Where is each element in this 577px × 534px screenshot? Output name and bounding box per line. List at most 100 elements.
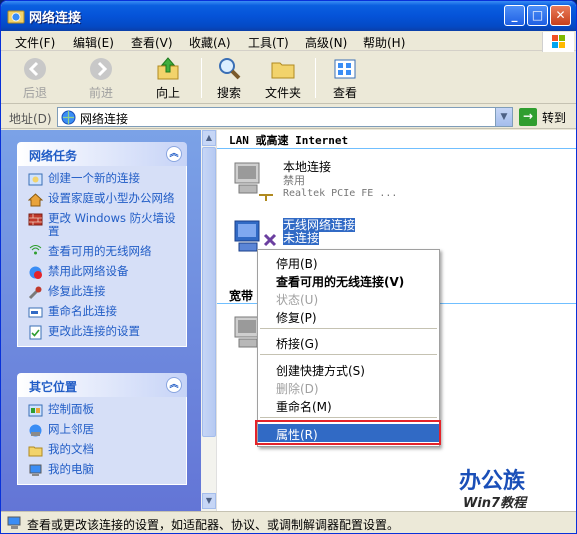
scroll-up-arrow-icon[interactable]: ▲ [202, 130, 216, 146]
task-repair-connection[interactable]: 修复此连接 [28, 285, 180, 300]
address-value: 网络连接 [80, 112, 129, 126]
network-globe-icon [61, 110, 76, 125]
place-network-neighborhood[interactable]: 网上邻居 [28, 423, 180, 437]
menu-advanced[interactable]: 高级(N) [305, 34, 347, 51]
broadband-connection-icon [234, 316, 259, 348]
close-button[interactable]: ✕ [550, 5, 571, 26]
place-control-panel[interactable]: 控制面板 [28, 403, 180, 417]
windows-logo-icon [542, 32, 574, 52]
address-input[interactable]: 网络连接 ▼ [57, 107, 513, 127]
toolbar-separator [201, 58, 202, 98]
disable-device-icon [29, 266, 42, 279]
rename-icon [28, 307, 43, 318]
menu-view-wireless[interactable]: 查看可用的无线连接(V) [258, 271, 439, 289]
task-change-settings[interactable]: 更改此连接的设置 [28, 325, 180, 340]
vertical-scrollbar[interactable]: ▲ ▼ [201, 130, 217, 511]
context-menu: 停用(B) 查看可用的无线连接(V) 状态(U) 修复(P) 桥接(G) 创建快… [257, 249, 440, 447]
network-places-icon [29, 424, 42, 437]
broadband-group-header: 宽带 [229, 289, 254, 303]
up-folder-icon [157, 57, 179, 80]
menu-disable[interactable]: 停用(B) [258, 253, 439, 271]
task-disable-device[interactable]: 禁用此网络设备 [28, 265, 180, 279]
broadband-connection-item[interactable] [229, 315, 259, 357]
menu-view[interactable]: 查看(V) [131, 34, 173, 51]
home-network-icon [28, 193, 43, 207]
wireless-connection-name: 无线网络连接 [283, 218, 356, 232]
task-rename-connection[interactable]: 重命名此连接 [28, 305, 180, 318]
go-arrow-icon: → [519, 108, 537, 126]
title-bar[interactable]: 网络连接 _ □ ✕ [1, 1, 576, 31]
wireless-connection-status: 未连接 [283, 231, 320, 245]
explorer-window: 网络连接 _ □ ✕ 文件(F) 编辑(E) 查看(V) 收藏(A) 工具(T)… [0, 0, 577, 534]
firewall-icon [28, 213, 43, 226]
menu-help[interactable]: 帮助(H) [363, 34, 405, 51]
menu-bridge[interactable]: 桥接(G) [258, 333, 439, 351]
task-view-wireless[interactable]: 查看可用的无线网络 [28, 245, 180, 258]
lan-connection-icon [234, 162, 273, 201]
status-text: 查看或更改该连接的设置，如适配器、协议、或调制解调器配置设置。 [27, 518, 400, 532]
computer-icon [29, 464, 42, 476]
wireless-icon [29, 245, 42, 255]
status-bar: 查看或更改该连接的设置，如适配器、协议、或调制解调器配置设置。 [1, 511, 576, 533]
task-create-connection[interactable]: 创建一个新的连接 [28, 172, 180, 186]
search-button[interactable]: 搜索 [209, 56, 249, 101]
forward-button[interactable]: 前进 [77, 56, 125, 101]
toolbar-separator [315, 58, 316, 98]
address-dropdown-arrow[interactable]: ▼ [495, 108, 512, 126]
lan-group-header: LAN 或高速 Internet [229, 134, 349, 147]
menu-bar: 文件(F) 编辑(E) 查看(V) 收藏(A) 工具(T) 高级(N) 帮助(H… [1, 31, 576, 51]
go-button[interactable]: → 转到 [519, 108, 575, 126]
menu-separator [260, 354, 437, 355]
settings-check-icon [29, 325, 42, 340]
menu-favorites[interactable]: 收藏(A) [189, 34, 231, 51]
menu-file[interactable]: 文件(F) [15, 34, 55, 51]
watermark-logo: 办公族 Win7教程 [459, 469, 527, 511]
scroll-thumb[interactable] [202, 147, 216, 437]
up-button[interactable]: 向上 [145, 56, 191, 101]
local-connection-name: 本地连接 [283, 160, 332, 174]
menu-create-shortcut[interactable]: 创建快捷方式(S) [258, 360, 439, 378]
scroll-down-arrow-icon[interactable]: ▼ [202, 493, 216, 509]
menu-repair[interactable]: 修复(P) [258, 307, 439, 325]
local-connection-status: 禁用 [283, 174, 305, 187]
minimize-button[interactable]: _ [504, 5, 525, 26]
back-arrow-icon [24, 58, 46, 80]
status-computer-icon [7, 516, 21, 529]
menu-rename[interactable]: 重命名(M) [258, 396, 439, 414]
collapse-chevron-icon[interactable]: ︽ [166, 146, 182, 162]
views-grid-icon [334, 59, 356, 79]
group-divider [217, 148, 576, 149]
documents-folder-icon [28, 446, 43, 457]
folders-button[interactable]: 文件夹 [259, 56, 307, 101]
menu-edit[interactable]: 编辑(E) [73, 34, 114, 51]
menu-tools[interactable]: 工具(T) [248, 34, 289, 51]
maximize-button[interactable]: □ [527, 5, 548, 26]
address-label: 地址(D) [9, 112, 52, 126]
views-button[interactable]: 查看 [323, 56, 367, 101]
address-bar: 地址(D) 网络连接 ▼ → 转到 [1, 105, 576, 129]
forward-arrow-icon [90, 58, 112, 80]
place-my-documents[interactable]: 我的文档 [28, 443, 180, 457]
network-tasks-panel: 网络任务 ︽ 创建一个新的连接 设置家庭或小型办公网络 更改 Windows 防… [17, 142, 187, 347]
other-places-header[interactable]: 其它位置 ︽ [17, 373, 187, 397]
highlight-annotation-box [255, 420, 441, 445]
place-my-computer[interactable]: 我的电脑 [28, 463, 180, 476]
other-places-panel: 其它位置 ︽ 控制面板 网上邻居 我的文档 我的电脑 [17, 373, 187, 485]
new-connection-icon [28, 173, 43, 186]
task-setup-home-network[interactable]: 设置家庭或小型办公网络 [28, 192, 180, 207]
local-connection-device: Realtek PCIe FE ... [283, 188, 398, 199]
menu-separator [260, 417, 437, 418]
toolbar: 后退 前进 向上 搜索 文件夹 查看 [1, 52, 576, 104]
collapse-chevron-icon[interactable]: ︽ [166, 377, 182, 393]
folder-icon [271, 62, 295, 79]
control-panel-icon [28, 404, 43, 417]
menu-separator [260, 328, 437, 329]
task-pane: 网络任务 ︽ 创建一个新的连接 设置家庭或小型办公网络 更改 Windows 防… [1, 130, 201, 511]
back-button[interactable]: 后退 [11, 56, 59, 101]
search-icon [219, 58, 241, 80]
menu-delete[interactable]: 删除(D) [258, 378, 439, 396]
menu-status[interactable]: 状态(U) [258, 289, 439, 307]
repair-wrench-icon [28, 286, 42, 300]
network-tasks-header[interactable]: 网络任务 ︽ [17, 142, 187, 166]
task-firewall-settings[interactable]: 更改 Windows 防火墙设置 [28, 212, 180, 238]
